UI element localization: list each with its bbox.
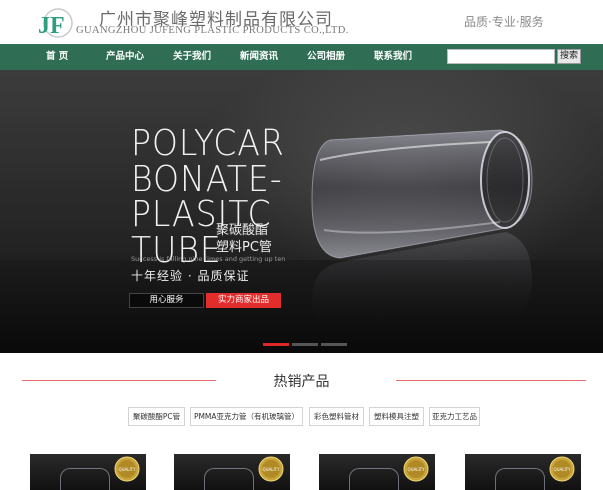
product-tag-acrylic-craft[interactable]: 亚克力工艺品 xyxy=(429,407,480,426)
product-tag-pmma-tube[interactable]: PMMA亚克力管（有机玻璃管） xyxy=(190,407,303,426)
pc-tube-image xyxy=(311,129,533,340)
nav-item-contact[interactable]: 联系我们 xyxy=(374,44,412,70)
search-button[interactable]: 搜索 xyxy=(557,49,581,64)
factory-button[interactable]: 实力商家出品 xyxy=(206,293,281,308)
slide-dot-1[interactable] xyxy=(263,343,289,346)
section-title: 热销产品 xyxy=(273,374,330,390)
svg-text:QUALITY: QUALITY xyxy=(407,467,425,472)
nav-item-products[interactable]: 产品中心 xyxy=(106,44,144,70)
nav-item-home[interactable]: 首 页 xyxy=(46,44,68,70)
company-logo[interactable]: JF xyxy=(36,7,74,39)
site-header: JF 广州市聚峰塑料制品有限公司 GUANGZHOU JUFENG PLASTI… xyxy=(0,0,603,44)
logo-text: JF xyxy=(38,13,65,39)
product-tag-color-tube[interactable]: 彩色塑料管材 xyxy=(309,407,364,426)
search-input[interactable] xyxy=(447,49,555,64)
slide-dot-2[interactable] xyxy=(292,343,318,346)
tube-graphic xyxy=(349,468,399,490)
header-slogan: 品质·专业·服务 xyxy=(464,15,544,29)
tube-graphic xyxy=(495,468,545,490)
nav-item-about[interactable]: 关于我们 xyxy=(173,44,211,70)
product-thumb[interactable]: QUALITY xyxy=(174,454,290,490)
tube-graphic xyxy=(204,468,254,490)
nav-item-news[interactable]: 新闻资讯 xyxy=(240,44,278,70)
quality-badge-icon: QUALITY xyxy=(403,456,429,482)
quality-badge-icon: QUALITY xyxy=(114,456,140,482)
section-divider-right xyxy=(396,380,586,381)
slide-dot-3[interactable] xyxy=(321,343,347,346)
svg-text:QUALITY: QUALITY xyxy=(553,467,571,472)
product-thumb[interactable]: QUALITY xyxy=(30,454,146,490)
company-name-en: GUANGZHOU JUFENG PLASTIC PRODUCTS CO.,LT… xyxy=(76,25,349,36)
page: JF 广州市聚峰塑料制品有限公司 GUANGZHOU JUFENG PLASTI… xyxy=(0,0,603,490)
banner-title-cn: 聚碳酸酯 塑料PC管 xyxy=(216,223,272,255)
banner-tagline-en: Success is falling nine times and gettin… xyxy=(131,255,286,263)
svg-text:QUALITY: QUALITY xyxy=(262,467,280,472)
service-button[interactable]: 用心服务 xyxy=(129,293,204,308)
product-thumb[interactable]: QUALITY xyxy=(319,454,435,490)
svg-text:QUALITY: QUALITY xyxy=(118,467,136,472)
tube-graphic xyxy=(60,468,110,490)
quality-badge-icon: QUALITY xyxy=(549,456,575,482)
nav-item-album[interactable]: 公司相册 xyxy=(307,44,345,70)
banner-subtitle: 十年经验 · 品质保证 xyxy=(131,269,250,283)
product-tag-pc-tube[interactable]: 聚碳酸酯PC管 xyxy=(128,407,185,426)
product-thumb[interactable]: QUALITY xyxy=(465,454,581,490)
hero-banner: POLYCAR BONATE- PLASITC TUBE 聚碳酸酯 塑料PC管 … xyxy=(0,70,603,353)
product-tag-injection[interactable]: 塑料模具注塑 xyxy=(369,407,424,426)
quality-badge-icon: QUALITY xyxy=(258,456,284,482)
